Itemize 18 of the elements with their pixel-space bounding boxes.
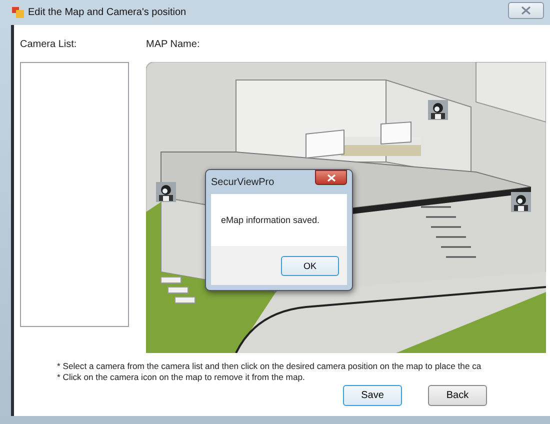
ok-button[interactable]: OK <box>281 256 339 276</box>
close-icon <box>521 6 531 15</box>
close-button[interactable] <box>315 170 347 185</box>
window-title: Edit the Map and Camera's position <box>28 7 186 18</box>
map-name-label: MAP Name: <box>146 39 201 50</box>
camera-list[interactable] <box>20 62 129 327</box>
camera-list-label: Camera List: <box>20 39 78 50</box>
dialog-title: SecurViewPro <box>211 176 274 188</box>
dialog-message: eMap information saved. <box>221 215 320 225</box>
app-icon <box>12 7 24 18</box>
camera-icon[interactable] <box>511 192 531 212</box>
camera-icon[interactable] <box>156 182 176 202</box>
instruction-text: * Select a camera from the camera list and then click on the desired camera position on the map to place the ca <box>57 361 482 371</box>
camera-icon[interactable] <box>428 100 448 120</box>
close-icon <box>326 174 336 182</box>
back-button[interactable]: Back <box>428 385 487 406</box>
save-button[interactable]: Save <box>343 385 402 406</box>
instruction-text: * Click on the camera icon on the map to remove it from the map. <box>57 372 306 382</box>
